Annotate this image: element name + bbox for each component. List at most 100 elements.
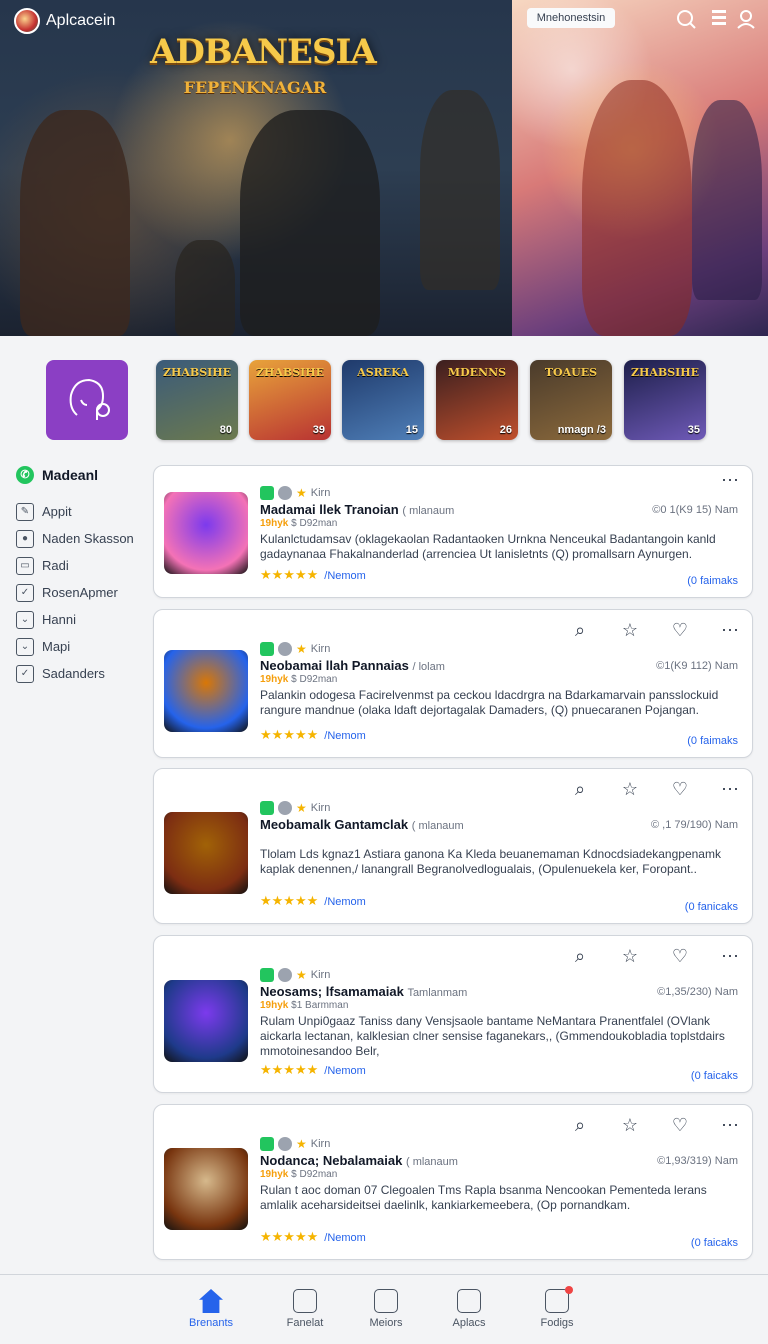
app-brand[interactable]: Aplcacein: [14, 8, 115, 34]
game-art-thumbnail[interactable]: [164, 980, 248, 1062]
card-title-sub: / lolam: [412, 661, 445, 673]
pencil-icon: ✎: [16, 502, 34, 521]
more-icon[interactable]: ⋯: [720, 946, 740, 967]
nav-item[interactable]: Fanelat: [270, 1289, 340, 1329]
game-art-thumbnail[interactable]: [164, 492, 248, 574]
featured-row: ZHABSIHE 80 ZHABSIHE 39 ASREKA 15 MDENNS 26 TOAU…: [0, 336, 768, 456]
like-icon[interactable]: ♡: [670, 779, 690, 800]
star-icon[interactable]: ☆: [620, 779, 640, 800]
rating-label[interactable]: /Nemom: [324, 1065, 366, 1077]
badge-icon: [278, 801, 292, 815]
card-title-sub: Tamlanmam: [407, 987, 468, 999]
sidebar-item[interactable]: ✓ RosenApmer: [16, 579, 146, 606]
game-art-thumbnail[interactable]: [164, 812, 248, 894]
nav-item[interactable]: Meiors: [351, 1289, 421, 1329]
card-release-info: ©1,35/230) Nam: [657, 986, 738, 998]
featured-game-tile[interactable]: ZHABSIHE 39: [249, 360, 331, 440]
featured-game-title: ASREKA: [357, 366, 409, 379]
card-rating: ★★★★★ /Nemom: [260, 727, 366, 743]
compass-icon: [457, 1289, 481, 1313]
search-icon[interactable]: [674, 8, 698, 30]
sidebar-item[interactable]: ▭ Radi: [16, 552, 146, 579]
hero-banner[interactable]: ADBANESIA FEPENKNAGAR Aplcacein Mnehones…: [0, 0, 768, 336]
sidebar-item[interactable]: ✎ Appit: [16, 498, 146, 525]
star-icon[interactable]: ☆: [620, 946, 640, 967]
star-icon[interactable]: ☆: [620, 620, 640, 641]
featured-game-tile[interactable]: ASREKA 15: [342, 360, 424, 440]
sidebar-item[interactable]: ✓ Sadanders: [16, 660, 146, 687]
rating-label[interactable]: /Nemom: [324, 570, 366, 582]
nav-item[interactable]: Fodigs: [522, 1286, 592, 1329]
featured-profile-tile[interactable]: [46, 360, 128, 440]
more-icon[interactable]: ⋯: [720, 470, 740, 491]
card-subline-text: $ D92man: [291, 1169, 338, 1180]
featured-game-title: TOAUES: [544, 366, 598, 379]
platform-icon: [260, 486, 274, 500]
rating-label[interactable]: /Nemom: [324, 730, 366, 742]
card-meta: Kirn: [310, 1138, 331, 1150]
sidebar-header[interactable]: ✆ Madeanl: [16, 462, 146, 488]
nav-item[interactable]: Aplacs: [434, 1289, 504, 1329]
card-release-info: © ,1 79/190) Nam: [651, 819, 738, 831]
game-card[interactable]: ⌕ ☆ ♡ ⋯ ★ Kirn Meobamalk Gantamclak ( mlanaum ©…: [153, 768, 753, 924]
card-title[interactable]: Meobamalk Gantamclak ( mlanaum: [260, 817, 464, 832]
search-icon[interactable]: ⌕: [570, 1115, 590, 1136]
card-link[interactable]: (0 fanicaks: [685, 901, 738, 913]
card-subline: 19hyk $1 Barmman: [260, 1000, 348, 1011]
game-art-thumbnail[interactable]: [164, 1148, 248, 1230]
platform-icon: [260, 1137, 274, 1151]
card-title[interactable]: Neobamai llah Pannaias / lolam: [260, 658, 445, 673]
card-subline-highlight: 19hyk: [260, 674, 289, 685]
card-subline-text: $ D92man: [291, 518, 338, 529]
search-icon[interactable]: ⌕: [570, 779, 590, 800]
game-card[interactable]: ⌕ ☆ ♡ ⋯ ★ Kirn Nodanca; Nebalamaiak ( mlanaum ©…: [153, 1104, 753, 1260]
featured-game-tile[interactable]: ZHABSIHE 35: [624, 360, 706, 440]
sidebar-item[interactable]: ⌄ Hanni: [16, 606, 146, 633]
card-link[interactable]: (0 faimaks: [687, 735, 738, 747]
sidebar-item-label: Sadanders: [42, 666, 105, 681]
game-card[interactable]: ⌕ ☆ ♡ ⋯ ★ Kirn Neosams; lfsamamaiak Tamlanmam ©…: [153, 935, 753, 1093]
card-title[interactable]: Nodanca; Nebalamaiak ( mlanaum: [260, 1153, 458, 1168]
game-card[interactable]: ⋯ ★ Kirn Madamai llek Tranoian ( mlanaum ©0 …: [153, 465, 753, 598]
featured-game-tile[interactable]: ZHABSIHE 80: [156, 360, 238, 440]
game-card[interactable]: ⌕ ☆ ♡ ⋯ ★ Kirn Neobamai llah Pannaias / lolam ©…: [153, 609, 753, 758]
nav-label: Brenants: [188, 1317, 234, 1329]
like-icon[interactable]: ♡: [670, 620, 690, 641]
hero-chip[interactable]: Mnehonestsin: [527, 8, 615, 28]
rating-label[interactable]: /Nemom: [324, 896, 366, 908]
game-art-thumbnail[interactable]: [164, 650, 248, 732]
star-icon: ★: [296, 801, 307, 815]
profile-icon[interactable]: [734, 8, 758, 30]
more-icon[interactable]: ⋯: [720, 620, 740, 641]
menu-icon[interactable]: [708, 8, 732, 30]
card-release-info: ©0 1(K9 15) Nam: [652, 504, 738, 516]
card-link[interactable]: (0 faimaks: [687, 575, 738, 587]
search-icon[interactable]: ⌕: [570, 946, 590, 967]
featured-game-tile[interactable]: TOAUES nmagn /3: [530, 360, 612, 440]
star-icon: ★: [296, 486, 307, 500]
sidebar-item[interactable]: ● Naden Skasson: [16, 525, 146, 552]
rating-label[interactable]: /Nemom: [324, 1232, 366, 1244]
card-title[interactable]: Madamai llek Tranoian ( mlanaum: [260, 502, 454, 517]
card-rating: ★★★★★ /Nemom: [260, 893, 366, 909]
search-icon[interactable]: ⌕: [570, 620, 590, 641]
card-title[interactable]: Neosams; lfsamamaiak Tamlanmam: [260, 984, 467, 999]
like-icon[interactable]: ♡: [670, 946, 690, 967]
card-title-text: Neosams; lfsamamaiak: [260, 984, 404, 999]
sidebar-item[interactable]: ⌄ Mapi: [16, 633, 146, 660]
featured-game-title: MDENNS: [447, 366, 507, 379]
card-title-sub: ( mlanaum: [405, 1156, 458, 1168]
star-icon[interactable]: ☆: [620, 1115, 640, 1136]
card-link[interactable]: (0 faicaks: [691, 1237, 738, 1249]
badge-icon: [278, 968, 292, 982]
card-title-text: Madamai llek Tranoian: [260, 502, 399, 517]
platform-icon: [260, 968, 274, 982]
card-link[interactable]: (0 faicaks: [691, 1070, 738, 1082]
featured-game-count: 35: [687, 424, 700, 436]
more-icon[interactable]: ⋯: [720, 1115, 740, 1136]
like-icon[interactable]: ♡: [670, 1115, 690, 1136]
check-icon: ✓: [16, 664, 34, 683]
more-icon[interactable]: ⋯: [720, 779, 740, 800]
nav-item[interactable]: Brenants: [176, 1289, 246, 1329]
featured-game-tile[interactable]: MDENNS 26: [436, 360, 518, 440]
